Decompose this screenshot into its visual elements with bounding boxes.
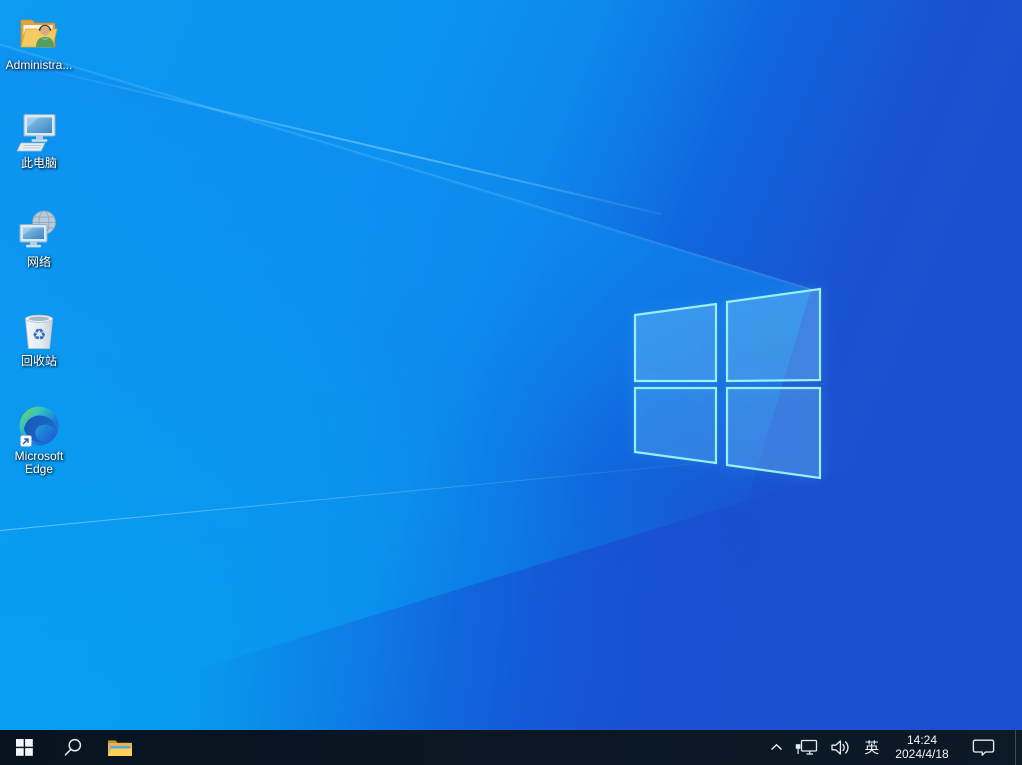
windows-desktop: Administra... 此电脑 网络 ♻ 回收站 Microsoft Edg… <box>0 0 1022 765</box>
search-icon <box>64 738 81 756</box>
taskbar-empty-area <box>144 730 764 765</box>
desktop-icon-administrator[interactable]: Administra... <box>1 8 77 72</box>
desktop-wallpaper <box>0 0 1022 730</box>
file-explorer-icon <box>108 740 132 756</box>
ime-language-indicator[interactable]: 英 <box>857 730 888 765</box>
windows-logo <box>633 287 822 480</box>
network-status-button[interactable] <box>789 730 824 765</box>
user-folder-icon <box>20 19 58 48</box>
recycle-bin-icon: ♻ <box>24 314 54 349</box>
clock-date: 2024/4/18 <box>895 746 949 761</box>
desktop-icon-label: Microsoft Edge <box>14 449 64 476</box>
computer-icon <box>17 114 56 152</box>
desktop-icon-microsoft-edge[interactable]: Microsoft Edge <box>1 399 77 476</box>
desktop-icon-this-pc[interactable]: 此电脑 <box>1 106 77 170</box>
desktop-icon-label: Administra... <box>5 58 73 72</box>
desktop-icon-recycle-bin[interactable]: ♻ 回收站 <box>1 304 77 368</box>
desktop-icon-label: 网络 <box>26 255 51 269</box>
desktop-icon-network[interactable]: 网络 <box>1 205 77 269</box>
desktop-icon-label: 回收站 <box>20 354 57 368</box>
speaker-icon <box>830 740 849 755</box>
shortcut-arrow-icon <box>20 435 32 447</box>
action-center-icon <box>972 739 995 756</box>
taskbar: 英 14:24 2024/4/18 <box>0 730 1022 765</box>
taskbar-clock[interactable]: 14:24 2024/4/18 <box>891 730 953 765</box>
desktop-icon-label: 此电脑 <box>20 156 57 170</box>
network-globe-icon <box>19 210 56 248</box>
tray-overflow-button[interactable] <box>764 730 789 765</box>
ethernet-network-icon <box>795 739 817 755</box>
system-tray: 英 14:24 2024/4/18 <box>764 730 1022 765</box>
search-button[interactable] <box>48 730 96 765</box>
chevron-up-icon <box>770 743 782 751</box>
svg-text:♻: ♻ <box>32 325 46 344</box>
action-center-button[interactable] <box>961 730 1006 765</box>
clock-time: 14:24 <box>906 733 938 747</box>
volume-button[interactable] <box>824 730 857 765</box>
start-button[interactable] <box>0 730 48 765</box>
show-desktop-button[interactable] <box>1015 730 1022 765</box>
windows-start-icon <box>15 739 33 756</box>
file-explorer-button[interactable] <box>96 730 144 765</box>
